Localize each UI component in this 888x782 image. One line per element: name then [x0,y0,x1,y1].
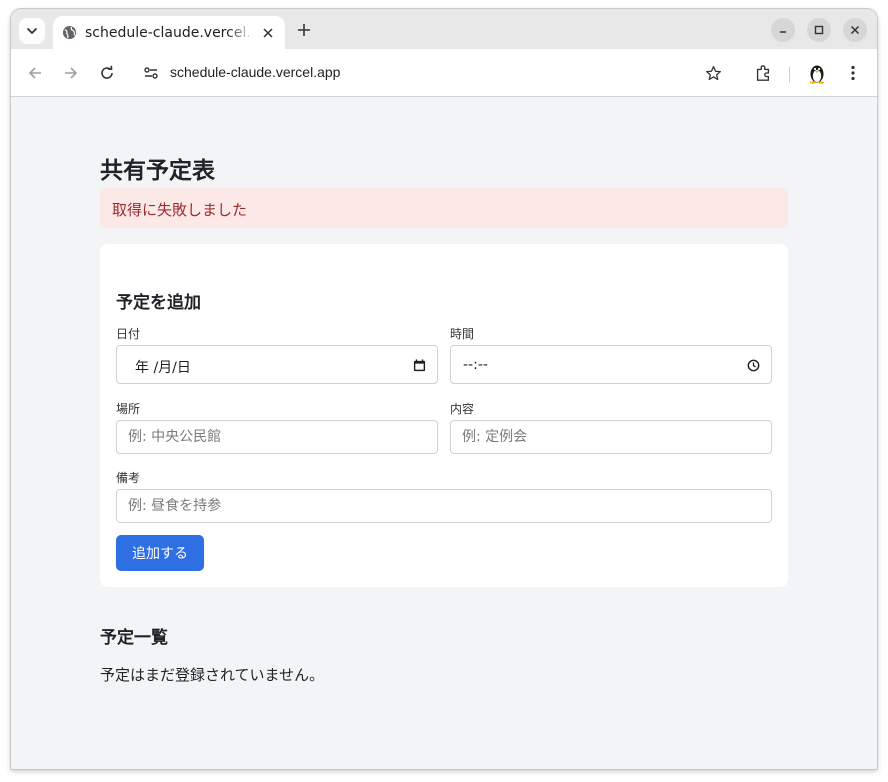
date-value: 年 /月/日 [135,360,191,376]
back-button[interactable] [23,61,47,85]
add-button[interactable]: 追加する [116,535,204,571]
browser-menu-button[interactable] [841,61,865,85]
error-alert: 取得に失敗しました [100,188,788,228]
address-bar[interactable]: schedule-claude.vercel.app [133,55,737,91]
form-title: 予定を追加 [116,293,201,313]
clock-icon[interactable] [745,357,761,373]
tab-active[interactable]: schedule-claude.vercel.app [53,16,285,49]
close-window-button[interactable] [843,18,867,42]
reload-icon [101,65,113,79]
tab-search-button[interactable] [19,18,45,44]
tab-strip: schedule-claude.vercel.app [11,9,877,49]
note-input[interactable] [117,490,771,522]
site-info-icon[interactable] [141,63,161,83]
time-label: 時間 [450,327,475,341]
maximize-button[interactable] [807,18,831,42]
penguin-icon [810,65,824,84]
url-text: schedule-claude.vercel.app [170,64,341,80]
note-field[interactable] [116,489,772,523]
time-value: --:-- [463,357,488,373]
page-title: 共有予定表 [100,158,215,184]
toolbar-separator [789,67,790,83]
time-input[interactable]: --:-- [450,345,772,384]
arrow-left-icon [28,67,41,79]
kebab-menu-icon [851,65,855,81]
chevron-down-icon [27,28,37,34]
minimize-button[interactable] [771,18,795,42]
date-input[interactable]: 年 /月/日 [116,345,438,384]
place-field[interactable] [116,420,438,454]
new-tab-button[interactable] [294,20,314,40]
date-label: 日付 [116,327,141,341]
page-content: 共有予定表 取得に失敗しました 予定を追加 日付 年 /月/日 時間 --:--… [11,97,877,769]
plus-icon [298,24,310,36]
calendar-icon[interactable] [411,357,427,373]
reload-button[interactable] [95,61,119,85]
arrow-right-icon [65,67,78,79]
globe-icon [61,25,77,41]
browser-toolbar: schedule-claude.vercel.app [11,49,877,97]
minimize-icon [780,31,786,33]
forward-button[interactable] [59,61,83,85]
add-schedule-form: 予定を追加 日付 年 /月/日 時間 --:-- 場所 内容 [100,244,788,587]
profile-avatar[interactable] [805,61,829,85]
close-icon [850,25,860,35]
content-label: 内容 [450,402,475,416]
empty-list-message: 予定はまだ登録されていません。 [100,666,325,684]
place-label: 場所 [116,402,141,416]
content-input[interactable] [451,421,771,453]
close-tab-icon[interactable] [259,24,277,42]
puzzle-icon [756,65,770,81]
place-input[interactable] [117,421,437,453]
tab-title: schedule-claude.vercel.app [85,24,253,41]
content-field[interactable] [450,420,772,454]
maximize-icon [814,25,824,35]
bookmark-star-icon[interactable] [703,63,723,83]
browser-window: schedule-claude.vercel.app [11,9,877,769]
note-label: 備考 [116,471,141,485]
schedule-list-title: 予定一覧 [100,628,168,648]
extensions-button[interactable] [751,61,775,85]
